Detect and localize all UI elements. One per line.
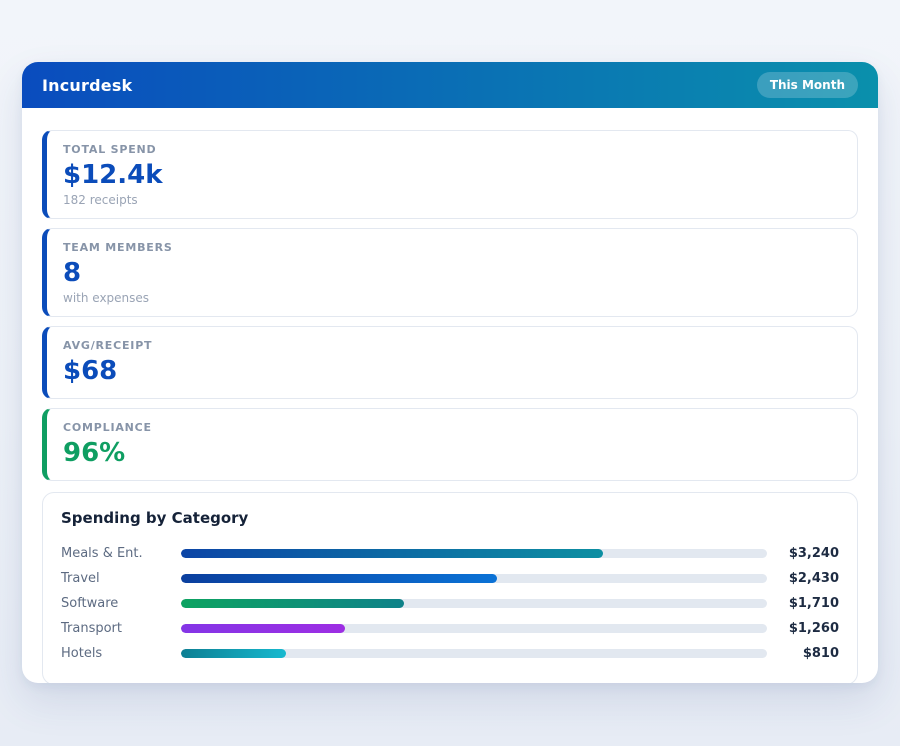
period-badge[interactable]: This Month: [757, 72, 858, 98]
chart-row: Transport $1,260: [61, 616, 839, 641]
bar-track: [181, 549, 767, 558]
chart-row: Hotels $810: [61, 641, 839, 666]
bar-fill: [181, 599, 404, 608]
bar-fill: [181, 649, 286, 658]
bar-value: $2,430: [767, 571, 839, 586]
bar-value: $810: [767, 646, 839, 661]
category-label: Meals & Ent.: [61, 546, 181, 561]
bar-track: [181, 574, 767, 583]
dashboard-card: Incurdesk This Month TOTAL SPEND $12.4k …: [22, 62, 878, 683]
stat-label: COMPLIANCE: [63, 421, 841, 434]
bar-track: [181, 624, 767, 633]
chart-row: Meals & Ent. $3,240: [61, 541, 839, 566]
stat-value: 8: [63, 259, 841, 289]
stat-value: $12.4k: [63, 161, 841, 191]
stat-value: 96%: [63, 439, 841, 469]
bar-track: [181, 649, 767, 658]
chart-title: Spending by Category: [61, 509, 839, 527]
bar-fill: [181, 574, 497, 583]
stat-label: TOTAL SPEND: [63, 143, 841, 156]
category-label: Hotels: [61, 646, 181, 661]
app-title: Incurdesk: [42, 76, 132, 95]
bar-value: $1,710: [767, 596, 839, 611]
bar-fill: [181, 624, 345, 633]
category-label: Transport: [61, 621, 181, 636]
stat-subtext: 182 receipts: [63, 193, 841, 207]
app-header: Incurdesk This Month: [22, 62, 878, 108]
stat-card-avg-receipt: AVG/RECEIPT $68: [42, 326, 858, 399]
category-label: Software: [61, 596, 181, 611]
bar-fill: [181, 549, 603, 558]
chart-row: Travel $2,430: [61, 566, 839, 591]
stat-subtext: with expenses: [63, 291, 841, 305]
stat-card-compliance: COMPLIANCE 96%: [42, 408, 858, 481]
spending-by-category-chart: Spending by Category Meals & Ent. $3,240…: [42, 492, 858, 683]
stat-label: TEAM MEMBERS: [63, 241, 841, 254]
chart-row: Software $1,710: [61, 591, 839, 616]
stat-card-team-members: TEAM MEMBERS 8 with expenses: [42, 228, 858, 317]
stat-label: AVG/RECEIPT: [63, 339, 841, 352]
bar-track: [181, 599, 767, 608]
category-label: Travel: [61, 571, 181, 586]
app-body: TOTAL SPEND $12.4k 182 receipts TEAM MEM…: [22, 108, 878, 683]
stat-card-total-spend: TOTAL SPEND $12.4k 182 receipts: [42, 130, 858, 219]
stat-value: $68: [63, 357, 841, 387]
bar-value: $3,240: [767, 546, 839, 561]
bar-value: $1,260: [767, 621, 839, 636]
